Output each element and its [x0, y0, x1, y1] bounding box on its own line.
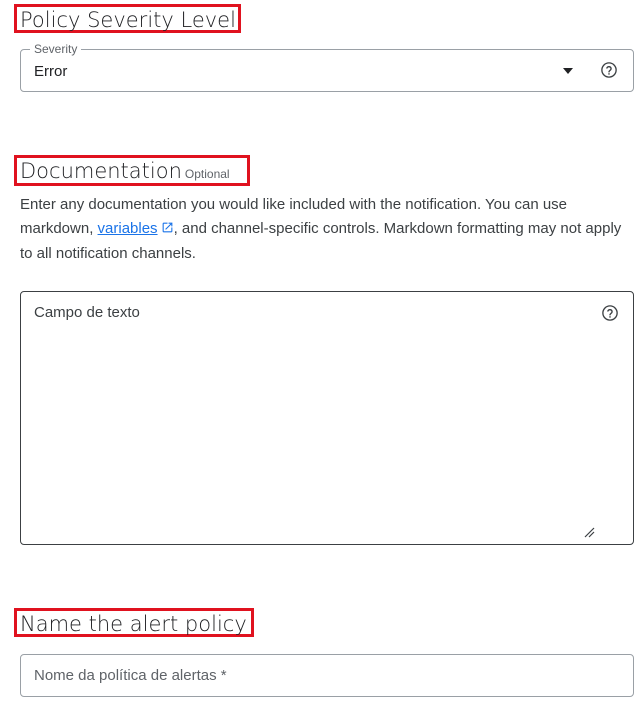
documentation-textarea-placeholder: Campo de texto	[34, 304, 140, 321]
chevron-down-icon[interactable]	[563, 68, 573, 74]
variables-link[interactable]: variables	[98, 220, 158, 237]
severity-select[interactable]: Severity Error	[20, 41, 634, 92]
documentation-title-text: Documentation	[20, 159, 182, 183]
severity-select-value: Error	[34, 63, 68, 80]
documentation-textarea[interactable]: Campo de texto	[20, 291, 634, 545]
resize-handle-icon[interactable]	[583, 525, 595, 538]
name-section-title: Name the alert policy	[14, 608, 254, 637]
help-icon[interactable]	[600, 61, 618, 79]
severity-select-label: Severity	[30, 41, 82, 57]
external-link-icon[interactable]	[161, 218, 174, 242]
optional-tag: Optional	[184, 167, 230, 181]
documentation-description: Enter any documentation you would like i…	[20, 193, 625, 266]
documentation-section-title: Documentation Optional	[14, 155, 250, 186]
severity-title-text: Policy Severity Level	[20, 8, 236, 32]
severity-section-title: Policy Severity Level	[14, 4, 241, 33]
help-icon[interactable]	[601, 304, 619, 322]
alert-policy-name-input[interactable]: Nome da política de alertas *	[20, 654, 634, 697]
alert-policy-name-placeholder: Nome da política de alertas *	[34, 667, 227, 684]
name-title-text: Name the alert policy	[20, 612, 247, 636]
